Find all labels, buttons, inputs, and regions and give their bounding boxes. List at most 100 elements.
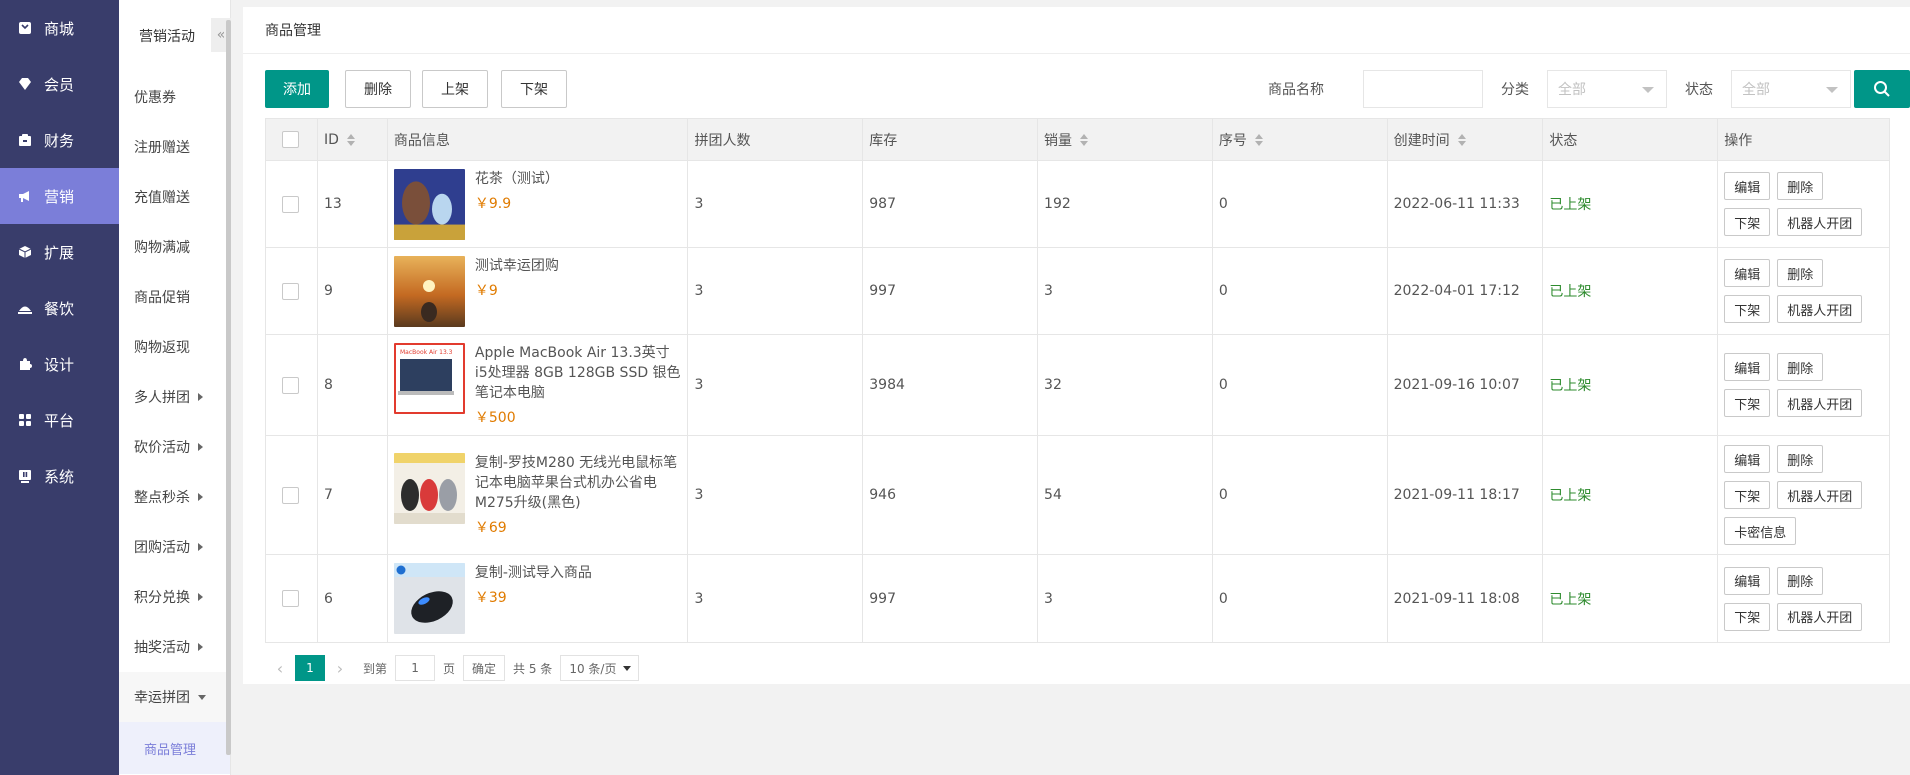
select-all-checkbox[interactable] <box>282 131 299 148</box>
sort-icon[interactable] <box>1254 133 1263 146</box>
row-delete-button[interactable]: 删除 <box>1777 259 1824 287</box>
product-thumbnail[interactable] <box>393 563 465 634</box>
sidebar-item-label: 营销 <box>44 187 75 206</box>
goods-name[interactable]: 测试幸运团购 <box>475 256 559 276</box>
page-size-select[interactable]: 10 条/页 <box>560 655 640 681</box>
chevron-right-icon <box>198 543 203 551</box>
product-thumbnail[interactable] <box>393 255 465 327</box>
subnav-item-register-gift[interactable]: 注册赠送 <box>119 122 230 172</box>
subnav-item-team-buy[interactable]: 团购活动 <box>119 522 230 572</box>
sidebar-item-platform[interactable]: 平台 <box>0 392 119 448</box>
sidebar-item-label: 平台 <box>44 411 75 430</box>
row-delete-button[interactable]: 删除 <box>1777 445 1824 473</box>
robot-group-button[interactable]: 机器人开团 <box>1777 295 1863 323</box>
sidebar-item-system[interactable]: 系统 <box>0 448 119 504</box>
row-checkbox[interactable] <box>282 486 299 504</box>
row-delete-button[interactable]: 删除 <box>1777 172 1824 200</box>
row-actions: 编辑 删除 下架 机器人开团 <box>1724 353 1863 417</box>
sidebar-item-store[interactable]: 商城 <box>0 0 119 56</box>
col-created[interactable]: 创建时间 <box>1388 119 1544 160</box>
app-root: 商城 会员 财务 营销 扩展 餐饮 设计 平台 系统 营销活动 « 优惠券 注册… <box>0 0 1910 775</box>
name-filter-input[interactable] <box>1363 70 1483 108</box>
search-button[interactable] <box>1854 70 1910 108</box>
subnav-item-goods-manage[interactable]: 商品管理 <box>119 722 230 774</box>
row-off-shelf-button[interactable]: 下架 <box>1724 295 1771 323</box>
robot-group-button[interactable]: 机器人开团 <box>1777 208 1863 236</box>
edit-button[interactable]: 编辑 <box>1724 259 1771 287</box>
status-cell: 已上架 <box>1543 436 1719 554</box>
subnav-item-full-reduction[interactable]: 购物满减 <box>119 222 230 272</box>
row-delete-button[interactable]: 删除 <box>1777 353 1824 381</box>
current-page[interactable]: 1 <box>295 655 325 681</box>
edit-button[interactable]: 编辑 <box>1724 353 1771 381</box>
subnav-item-label: 优惠券 <box>134 90 176 106</box>
goods-name[interactable]: 花茶（测试） <box>475 169 559 189</box>
row-off-shelf-button[interactable]: 下架 <box>1724 389 1771 417</box>
next-page-button[interactable]: › <box>325 655 355 681</box>
sidebar-item-dining[interactable]: 餐饮 <box>0 280 119 336</box>
off-shelf-button[interactable]: 下架 <box>501 70 567 108</box>
col-sales[interactable]: 销量 <box>1038 119 1213 160</box>
robot-group-button[interactable]: 机器人开团 <box>1777 481 1863 509</box>
subnav-item-label: 积分兑换 <box>134 590 190 606</box>
row-off-shelf-button[interactable]: 下架 <box>1724 602 1771 631</box>
sort-icon[interactable] <box>1080 133 1089 146</box>
subnav-item-label: 购物满减 <box>134 240 190 256</box>
goods-name[interactable]: 复制-罗技M280 无线光电鼠标笔记本电脑苹果台式机办公省电M275升级(黑色) <box>475 453 682 513</box>
row-checkbox[interactable] <box>282 376 299 394</box>
sidebar-item-member[interactable]: 会员 <box>0 56 119 112</box>
subnav-item-bargain[interactable]: 砍价活动 <box>119 422 230 472</box>
sidebar-item-finance[interactable]: 财务 <box>0 112 119 168</box>
status-select[interactable]: 全部 <box>1731 70 1851 108</box>
row-checkbox[interactable] <box>282 282 299 300</box>
robot-group-button[interactable]: 机器人开团 <box>1777 389 1863 417</box>
delete-button[interactable]: 删除 <box>345 70 411 108</box>
product-thumbnail[interactable]: MacBook Air 13.3 <box>393 343 465 414</box>
created-cell: 2021-09-11 18:17 <box>1388 436 1544 554</box>
sidebar-item-marketing[interactable]: 营销 <box>0 168 119 224</box>
row-checkbox[interactable] <box>282 195 299 213</box>
info-cell: 测试幸运团购 ￥9 <box>388 248 689 334</box>
chevron-down-icon <box>623 666 632 671</box>
col-order[interactable]: 序号 <box>1213 119 1388 160</box>
sidebar-item-extension[interactable]: 扩展 <box>0 224 119 280</box>
subnav-item-points[interactable]: 积分兑换 <box>119 572 230 622</box>
sort-icon[interactable] <box>346 133 355 146</box>
confirm-page-button[interactable]: 确定 <box>463 655 506 681</box>
row-checkbox[interactable] <box>282 590 299 607</box>
edit-button[interactable]: 编辑 <box>1724 445 1771 473</box>
subnav-item-flash-sale[interactable]: 整点秒杀 <box>119 472 230 522</box>
add-button[interactable]: 添加 <box>265 70 329 108</box>
goods-text: Apple MacBook Air 13.3英寸 i5处理器 8GB 128GB… <box>475 343 682 427</box>
edit-button[interactable]: 编辑 <box>1724 172 1771 200</box>
prev-page-button[interactable]: ‹ <box>265 655 295 681</box>
extension-icon <box>18 245 32 259</box>
row-off-shelf-button[interactable]: 下架 <box>1724 208 1771 236</box>
edit-button[interactable]: 编辑 <box>1724 566 1771 595</box>
product-thumbnail[interactable] <box>393 168 465 240</box>
subnav-item-group-buy[interactable]: 多人拼团 <box>119 372 230 422</box>
subnav-item-promotion[interactable]: 商品促销 <box>119 272 230 322</box>
sidebar-scrollbar[interactable] <box>226 20 231 755</box>
subnav-item-lottery[interactable]: 抽奖活动 <box>119 622 230 672</box>
robot-group-button[interactable]: 机器人开团 <box>1777 602 1863 631</box>
page-input[interactable]: 1 <box>395 655 436 681</box>
card-secret-button[interactable]: 卡密信息 <box>1724 517 1797 545</box>
subnav-item-recharge-gift[interactable]: 充值赠送 <box>119 172 230 222</box>
sidebar-item-design[interactable]: 设计 <box>0 336 119 392</box>
row-select-cell <box>266 335 318 435</box>
category-select[interactable]: 全部 <box>1547 70 1667 108</box>
col-id[interactable]: ID <box>318 119 388 160</box>
subnav-item-cashback[interactable]: 购物返现 <box>119 322 230 372</box>
product-thumbnail[interactable] <box>393 453 465 524</box>
goods-name[interactable]: 复制-测试导入商品 <box>475 563 592 583</box>
sort-icon[interactable] <box>1457 133 1466 146</box>
on-shelf-button[interactable]: 上架 <box>422 70 488 108</box>
goods-name[interactable]: Apple MacBook Air 13.3英寸 i5处理器 8GB 128GB… <box>475 343 682 403</box>
subnav-item-coupon[interactable]: 优惠券 <box>119 72 230 122</box>
subnav-item-lucky-group[interactable]: 幸运拼团 <box>119 672 230 722</box>
select-all-cell <box>266 119 318 160</box>
row-delete-button[interactable]: 删除 <box>1777 566 1824 595</box>
row-off-shelf-button[interactable]: 下架 <box>1724 481 1771 509</box>
id-cell: 13 <box>318 161 388 247</box>
